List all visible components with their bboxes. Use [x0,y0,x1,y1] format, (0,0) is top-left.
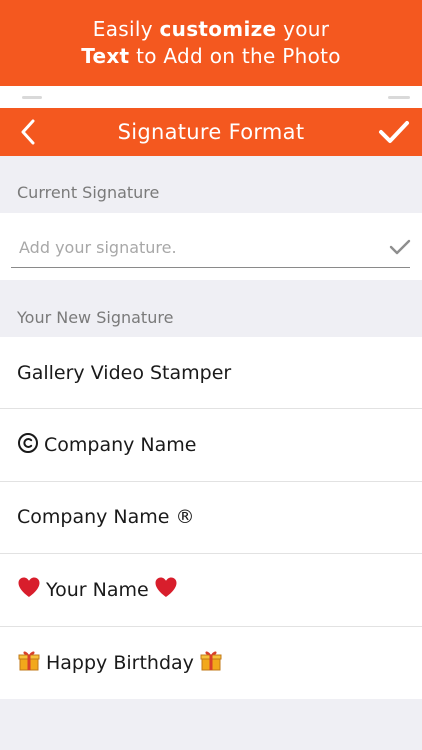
done-button[interactable] [374,112,414,152]
list-item[interactable]: Company Name [0,409,422,482]
checkmark-icon[interactable] [388,235,412,259]
list-item-label: Company Name ® [17,506,195,529]
status-area [0,86,422,108]
status-indicator [388,96,410,99]
chevron-left-icon [21,119,35,145]
promo-line-1: Easily customize your [92,17,330,41]
gift-icon [199,648,223,677]
current-signature-row [0,213,422,280]
back-button[interactable] [10,114,46,150]
new-signature-header: Your New Signature [17,308,174,327]
list-item-label: Your Name [46,578,149,601]
list-item[interactable]: Happy Birthday [0,627,422,699]
copyright-icon [17,432,39,459]
signature-list: Gallery Video Stamper Company Name Compa… [0,337,422,699]
signature-input[interactable] [11,227,386,267]
list-item[interactable]: Your Name [0,554,422,627]
list-item-label: Happy Birthday [46,651,194,674]
heart-icon [154,576,178,603]
list-item[interactable]: Company Name ® [0,482,422,555]
list-item-label: Company Name [44,434,197,457]
gift-icon [17,648,41,677]
page-title: Signature Format [117,120,305,144]
current-signature-header: Current Signature [17,183,160,202]
checkmark-icon [379,121,409,143]
navigation-bar: Signature Format [0,108,422,156]
promo-banner: Easily customize your Text to Add on the… [0,0,422,86]
input-underline [11,267,410,268]
list-item-label: Gallery Video Stamper [17,361,232,384]
heart-icon [17,576,41,603]
status-indicator [22,96,42,99]
promo-line-2: Text to Add on the Photo [81,44,341,68]
list-item[interactable]: Gallery Video Stamper [0,337,422,410]
